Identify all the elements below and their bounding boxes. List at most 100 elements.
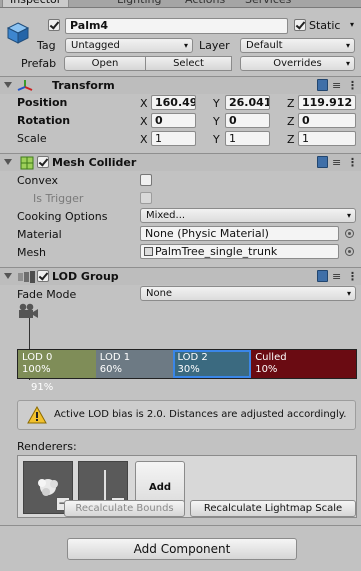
foldout-arrow-icon[interactable] — [4, 273, 12, 279]
layer-dropdown[interactable]: Default ▾ — [240, 38, 355, 53]
lod-0-name: LOD 0 — [22, 352, 53, 363]
tab-lighting[interactable]: Lighting — [110, 0, 168, 7]
object-picker-icon[interactable] — [345, 229, 354, 238]
rotation-z-field[interactable]: 0 — [298, 113, 356, 128]
context-menu-icon[interactable]: ⋮ — [347, 156, 358, 169]
context-menu-icon[interactable]: ⋮ — [347, 79, 358, 92]
culled-percent: 10% — [255, 364, 278, 375]
camera-icon[interactable] — [17, 303, 39, 319]
tab-services[interactable]: Services — [238, 0, 298, 7]
settings-slider-icon[interactable]: ≡ — [332, 156, 341, 169]
tag-dropdown[interactable]: Untagged ▾ — [65, 38, 193, 53]
axis-y-label: Y — [213, 97, 220, 110]
mesh-collider-icon — [20, 156, 34, 170]
tab-actions[interactable]: Actions — [178, 0, 232, 7]
static-dropdown-arrow[interactable]: ▾ — [344, 18, 358, 33]
tag-label: Tag — [37, 39, 56, 52]
chevron-down-icon: ▾ — [345, 59, 350, 68]
rotation-y-field[interactable]: 0 — [225, 113, 270, 128]
position-z-field[interactable]: 119.912 — [298, 95, 356, 110]
foldout-arrow-icon[interactable] — [4, 159, 12, 165]
lod-2-percent: 30% — [177, 364, 200, 375]
warning-icon — [27, 406, 47, 424]
help-book-icon[interactable] — [317, 156, 328, 168]
lod-group-enabled-checkbox[interactable] — [37, 270, 49, 282]
recalculate-lightmap-scale-button[interactable]: Recalculate Lightmap Scale — [190, 500, 356, 517]
axis-z-label: Z — [287, 97, 295, 110]
material-field[interactable]: None (Physic Material) — [140, 226, 339, 241]
mesh-field[interactable]: PalmTree_single_trunk — [140, 244, 339, 259]
cooking-options-label: Cooking Options — [17, 210, 108, 223]
transform-axes-icon — [17, 80, 33, 91]
lod-group-title: LOD Group — [52, 270, 119, 283]
static-checkbox[interactable] — [294, 19, 306, 31]
position-y-field[interactable]: 26.0418 — [225, 95, 270, 110]
lod-bar[interactable]: LOD 0 100% LOD 1 60% LOD 2 30% Culled 10… — [17, 349, 357, 379]
settings-slider-icon[interactable]: ≡ — [332, 79, 341, 92]
context-menu-icon[interactable]: ⋮ — [347, 270, 358, 283]
mesh-asset-icon — [144, 247, 153, 256]
mesh-label: Mesh — [17, 246, 46, 259]
chevron-down-icon: ▾ — [346, 289, 351, 298]
axis-z-label: Z — [287, 133, 295, 146]
prefab-open-button[interactable]: Open — [64, 56, 146, 71]
culled-name: Culled — [255, 352, 287, 363]
mesh-collider-header[interactable]: Mesh Collider ≡ ⋮ — [0, 153, 361, 171]
prefab-label: Prefab — [21, 57, 57, 70]
add-component-button[interactable]: Add Component — [67, 538, 297, 560]
component-header-icons: ≡ ⋮ — [317, 79, 358, 93]
cooking-options-dropdown[interactable]: Mixed... ▾ — [140, 208, 356, 223]
fade-mode-dropdown[interactable]: None ▾ — [140, 286, 356, 301]
chevron-down-icon: ▾ — [346, 211, 351, 220]
lod-group-header[interactable]: LOD Group ≡ ⋮ — [0, 267, 361, 285]
lod-0-segment[interactable]: LOD 0 100% — [18, 350, 96, 378]
scale-y-field[interactable]: 1 — [225, 131, 270, 146]
culled-segment[interactable]: Culled 10% — [251, 350, 356, 378]
active-checkbox[interactable] — [48, 19, 60, 31]
axis-y-label: Y — [213, 133, 220, 146]
divider — [0, 525, 361, 526]
gameobject-header: Palm4 Static ▾ Tag Untagged ▾ Layer Defau… — [0, 8, 361, 76]
axis-z-label: Z — [287, 115, 295, 128]
chevron-down-icon: ▾ — [183, 41, 188, 50]
scale-label: Scale — [17, 132, 47, 145]
help-book-icon[interactable] — [317, 270, 328, 282]
convex-label: Convex — [17, 174, 58, 187]
position-x-field[interactable]: 160.496 — [151, 95, 196, 110]
warning-text: Active LOD bias is 2.0. Distances are ad… — [54, 409, 347, 420]
prefab-select-button[interactable]: Select — [146, 56, 232, 71]
recalculate-bounds-button[interactable]: Recalculate Bounds — [64, 500, 185, 517]
scale-x-field[interactable]: 1 — [151, 131, 196, 146]
help-book-icon[interactable] — [317, 79, 328, 91]
convex-checkbox[interactable] — [140, 174, 152, 186]
tab-inspector[interactable]: Inspector — [2, 0, 70, 7]
material-label: Material — [17, 228, 62, 241]
axis-x-label: X — [140, 133, 148, 146]
lod-2-segment-selected[interactable]: LOD 2 30% — [173, 350, 252, 378]
transform-header[interactable]: Transform ≡ ⋮ — [0, 76, 361, 94]
lod-group-icon — [18, 271, 35, 283]
foldout-arrow-icon[interactable] — [4, 82, 12, 88]
is-trigger-label: Is Trigger — [33, 192, 84, 205]
axis-x-label: X — [140, 97, 148, 110]
axis-x-label: X — [140, 115, 148, 128]
lod-2-name: LOD 2 — [177, 352, 208, 363]
rotation-x-field[interactable]: 0 — [151, 113, 196, 128]
static-label: Static — [309, 19, 341, 32]
is-trigger-checkbox[interactable] — [140, 192, 152, 204]
renderers-label: Renderers: — [17, 440, 77, 453]
chevron-down-icon: ▾ — [345, 41, 350, 50]
object-name-field[interactable]: Palm4 — [65, 18, 288, 34]
object-picker-icon[interactable] — [345, 247, 354, 256]
rotation-label: Rotation — [17, 114, 71, 127]
position-label: Position — [17, 96, 68, 109]
scale-z-field[interactable]: 1 — [298, 131, 356, 146]
transform-title: Transform — [52, 79, 115, 92]
settings-slider-icon[interactable]: ≡ — [332, 270, 341, 283]
lod-1-segment[interactable]: LOD 1 60% — [95, 350, 174, 378]
mesh-collider-enabled-checkbox[interactable] — [37, 156, 49, 168]
lod-1-percent: 60% — [99, 364, 122, 375]
tab-bar: Inspector Lighting Actions Services — [0, 0, 361, 8]
lod-0-percent: 100% — [22, 364, 51, 375]
prefab-overrides-dropdown[interactable]: Overrides ▾ — [240, 56, 355, 71]
